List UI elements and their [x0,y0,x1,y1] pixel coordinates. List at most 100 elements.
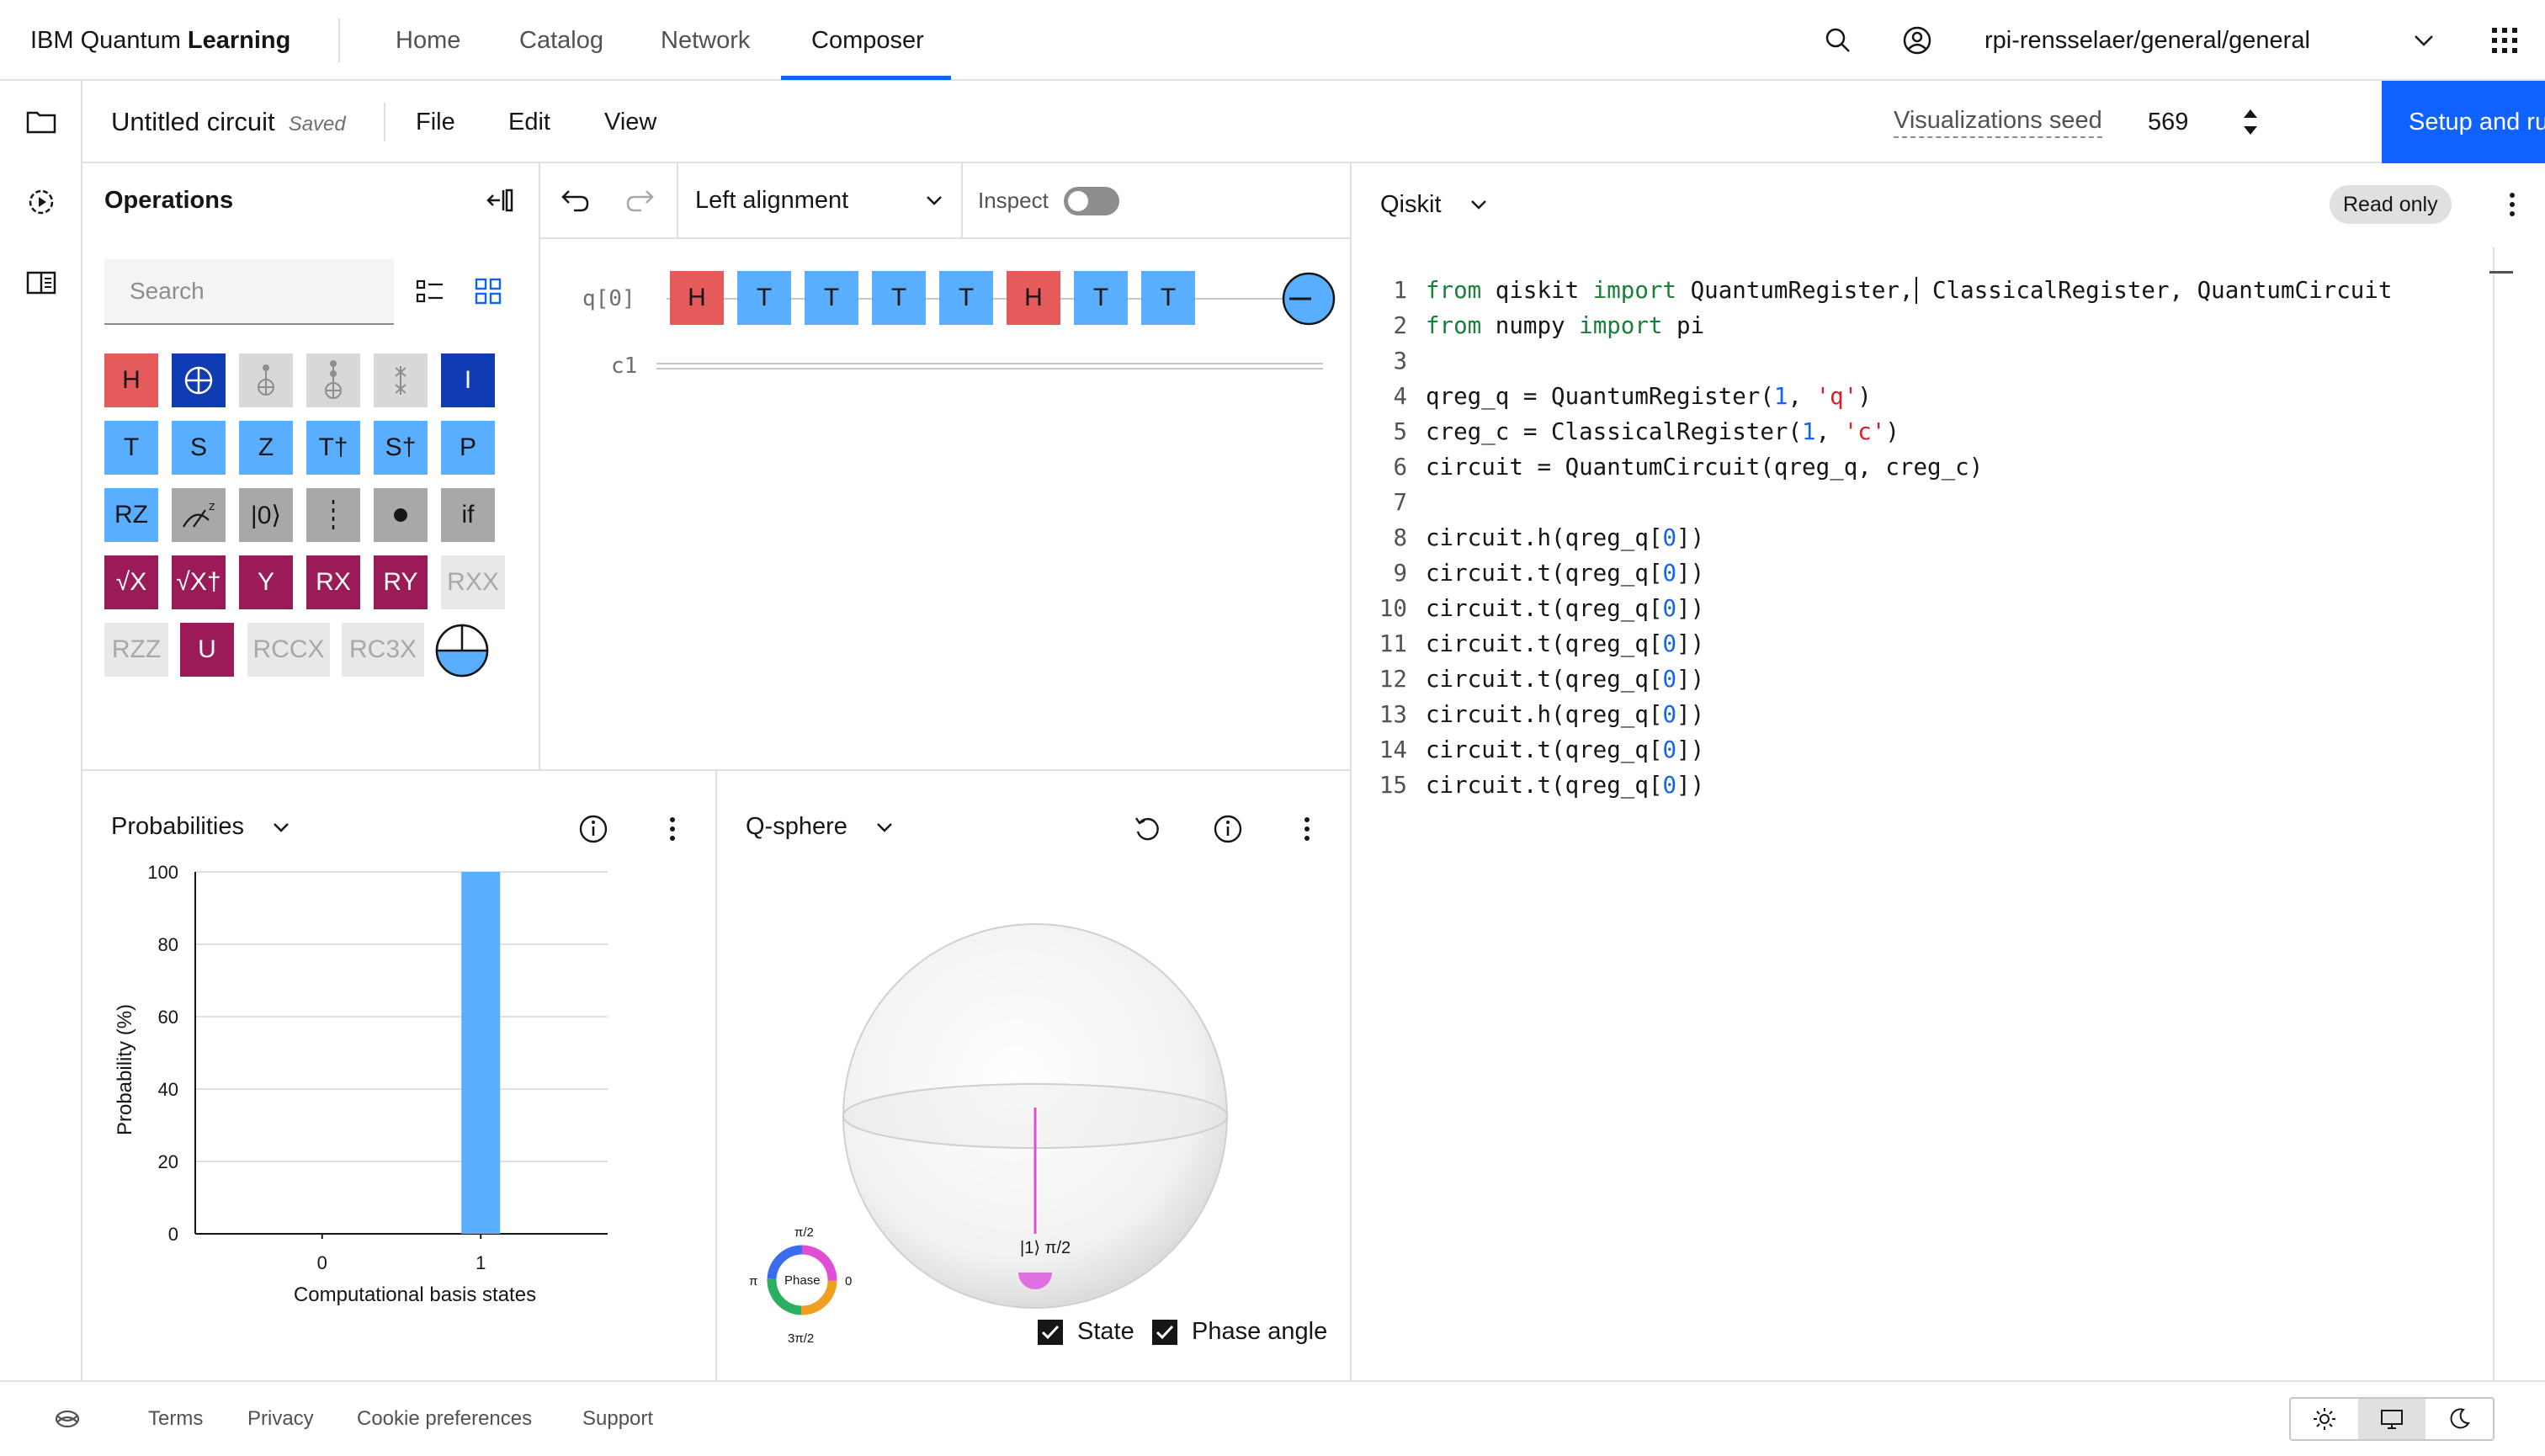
undo-icon[interactable] [557,183,591,217]
circuit-gate-t[interactable]: T [1141,271,1195,325]
gate-if[interactable]: if [441,488,495,542]
menu-edit[interactable]: Edit [508,81,550,163]
seed-input[interactable]: 569 [2148,81,2188,163]
gate-sx[interactable]: √X [104,555,158,609]
code-scrollbar[interactable] [2493,247,2495,1431]
measurement-gate-icon[interactable] [434,623,490,678]
chevron-down-icon[interactable] [2407,24,2441,57]
theme-system-button[interactable] [2358,1399,2425,1439]
checkbox-checked-icon [1038,1319,1063,1345]
gate-reset[interactable]: |0⟩ [239,488,293,542]
circuit-gate-h[interactable]: H [670,271,724,325]
history-icon[interactable] [24,185,58,219]
info-icon[interactable] [1212,813,1244,845]
qsphere-visual[interactable] [835,906,1239,1326]
gate-swap[interactable] [374,353,428,407]
circuit-gate-h[interactable]: H [1007,271,1060,325]
app-switcher-icon[interactable] [2488,24,2521,57]
nav-home[interactable]: Home [396,0,460,81]
gate-barrier[interactable] [306,488,360,542]
gate-u[interactable]: U [180,623,234,677]
overflow-menu-icon[interactable] [2496,189,2528,221]
setup-and-run-button[interactable]: Setup and run [2382,81,2545,163]
gate-y[interactable]: Y [239,555,293,609]
gate-h[interactable]: H [104,353,158,407]
menu-view[interactable]: View [604,81,656,163]
theme-light-button[interactable] [2291,1399,2358,1439]
redo-icon[interactable] [624,183,658,217]
gate-rzz[interactable]: RZZ [104,623,168,677]
gate-measure-z[interactable]: z [172,488,226,542]
gate-sxdg[interactable]: √X† [172,555,226,609]
gate-control[interactable] [374,488,428,542]
nav-network[interactable]: Network [661,0,750,81]
account-selector[interactable]: rpi-rensselaer/general/general [1984,0,2310,81]
gate-p[interactable]: P [441,421,495,475]
footer-link-terms[interactable]: Terms [148,1382,203,1456]
collapse-panel-icon[interactable] [485,185,515,215]
brand-logo[interactable]: IBM Quantum Learning [30,0,290,81]
nav-composer[interactable]: Composer [811,0,924,81]
qiskit-logo-icon[interactable] [52,1404,82,1434]
code-line: 4 qreg_q = QuantumRegister(1, 'q') [1352,379,1871,414]
gate-rz[interactable]: RZ [104,488,158,542]
circuit-gate-t[interactable]: T [805,271,858,325]
gate-s[interactable]: S [172,421,226,475]
phase-left-label: π [749,1274,758,1289]
probabilities-dropdown[interactable]: Probabilities [111,813,293,841]
gate-tdg[interactable]: T† [306,421,360,475]
gate-not[interactable] [172,353,226,407]
operations-search-input[interactable]: Search [104,259,394,325]
state-checkbox[interactable]: State [1037,1318,1134,1346]
folder-icon[interactable] [24,104,58,138]
code-text: from qiskit import QuantumRegister, Clas… [1426,277,2393,304]
toffoli-icon [325,360,342,399]
overflow-menu-icon[interactable] [1291,813,1323,845]
alignment-dropdown[interactable]: Left alignment [677,163,963,237]
code-text: circuit.t(qreg_q[0]) [1426,595,1705,622]
gate-z[interactable]: Z [239,421,293,475]
classical-wire-bottom [656,368,1323,369]
phase-angle-checkbox[interactable]: Phase angle [1151,1318,1327,1346]
setup-run-label: Setup and run [2409,108,2545,136]
footer-link-support[interactable]: Support [582,1382,653,1456]
qsphere-dropdown[interactable]: Q-sphere [746,813,896,841]
gate-rccx[interactable]: RCCX [247,623,330,677]
footer-link-privacy[interactable]: Privacy [247,1382,314,1456]
code-language-dropdown[interactable]: Qiskit [1380,163,1490,246]
gate-sdg[interactable]: S† [374,421,428,475]
side-panel-icon[interactable] [24,266,58,300]
reset-view-icon[interactable] [1131,813,1163,845]
line-number: 5 [1393,418,1407,445]
list-view-icon[interactable] [414,276,446,308]
seed-stepper-icon[interactable] [2234,103,2267,141]
circuit-title[interactable]: Untitled circuit Saved [111,81,346,163]
search-icon[interactable] [1821,24,1855,57]
theme-dark-button[interactable] [2425,1399,2493,1439]
gate-cnot[interactable] [239,353,293,407]
menu-file[interactable]: File [416,81,455,163]
inspect-toggle[interactable] [1064,187,1119,215]
overflow-menu-icon[interactable] [656,813,688,845]
gate-rxx[interactable]: RXX [441,555,505,609]
line-number: 6 [1393,454,1407,481]
circuit-gate-t[interactable]: T [1074,271,1128,325]
search-placeholder: Search [130,278,205,304]
nav-catalog[interactable]: Catalog [519,0,603,81]
gate-toffoli[interactable] [306,353,360,407]
circuit-gate-t[interactable]: T [737,271,791,325]
gate-rx[interactable]: RX [306,555,360,609]
gate-ry[interactable]: RY [374,555,428,609]
gate-rc3x[interactable]: RC3X [342,623,424,677]
circuit-gate-t[interactable]: T [939,271,993,325]
grid-view-icon[interactable] [473,276,505,308]
read-only-tag: Read only [2330,185,2452,224]
user-icon[interactable] [1900,24,1934,57]
footer-link-cookie-preferences[interactable]: Cookie preferences [357,1382,532,1456]
divider [384,103,385,141]
gate-t[interactable]: T [104,421,158,475]
info-icon[interactable] [577,813,609,845]
circuit-gate-t[interactable]: T [872,271,926,325]
gate-i[interactable]: I [441,353,495,407]
qubit-state-indicator-icon[interactable] [1281,271,1336,327]
